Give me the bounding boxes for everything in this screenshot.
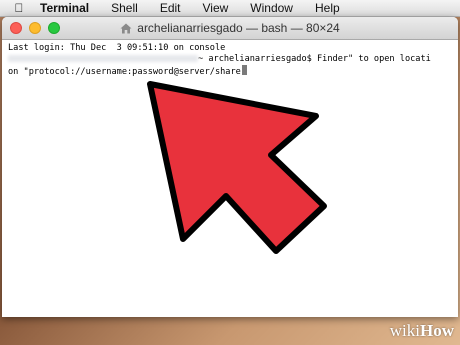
window-title-text: archelianarriesgado — bash — 80×24 bbox=[137, 21, 340, 35]
terminal-line: ~ archelianarriesgado$ Finder" to open l… bbox=[8, 54, 452, 65]
close-button[interactable] bbox=[10, 22, 22, 34]
window-title: archelianarriesgado — bash — 80×24 bbox=[120, 21, 340, 35]
terminal-window: archelianarriesgado — bash — 80×24 Last … bbox=[2, 17, 458, 317]
terminal-line: on "protocol://username:password@server/… bbox=[8, 65, 452, 77]
watermark-prefix: wiki bbox=[389, 321, 420, 340]
window-titlebar[interactable]: archelianarriesgado — bash — 80×24 bbox=[2, 17, 458, 40]
traffic-lights bbox=[10, 22, 67, 34]
apple-logo-icon[interactable]:  bbox=[12, 0, 26, 16]
zoom-button[interactable] bbox=[48, 22, 60, 34]
menu-shell[interactable]: Shell bbox=[111, 0, 138, 16]
redacted-text bbox=[8, 55, 198, 62]
menu-help[interactable]: Help bbox=[315, 0, 340, 16]
minimize-button[interactable] bbox=[29, 22, 41, 34]
menu-bar:  Terminal Shell Edit View Window Help bbox=[0, 0, 460, 17]
terminal-line: Last login: Thu Dec 3 09:51:10 on consol… bbox=[8, 43, 226, 53]
menu-view[interactable]: View bbox=[203, 0, 229, 16]
terminal-line-text: ~ archelianarriesgado$ Finder" to open l… bbox=[198, 54, 431, 64]
menu-terminal[interactable]: Terminal bbox=[40, 0, 89, 16]
wikihow-watermark: wikiHow bbox=[390, 321, 454, 341]
terminal-content[interactable]: Last login: Thu Dec 3 09:51:10 on consol… bbox=[2, 40, 458, 79]
menu-window[interactable]: Window bbox=[250, 0, 293, 16]
text-cursor bbox=[241, 65, 247, 75]
home-folder-icon bbox=[120, 23, 132, 33]
menu-edit[interactable]: Edit bbox=[160, 0, 181, 16]
terminal-line-text: on "protocol://username:password@server/… bbox=[8, 67, 241, 77]
watermark-suffix: How bbox=[420, 321, 454, 340]
